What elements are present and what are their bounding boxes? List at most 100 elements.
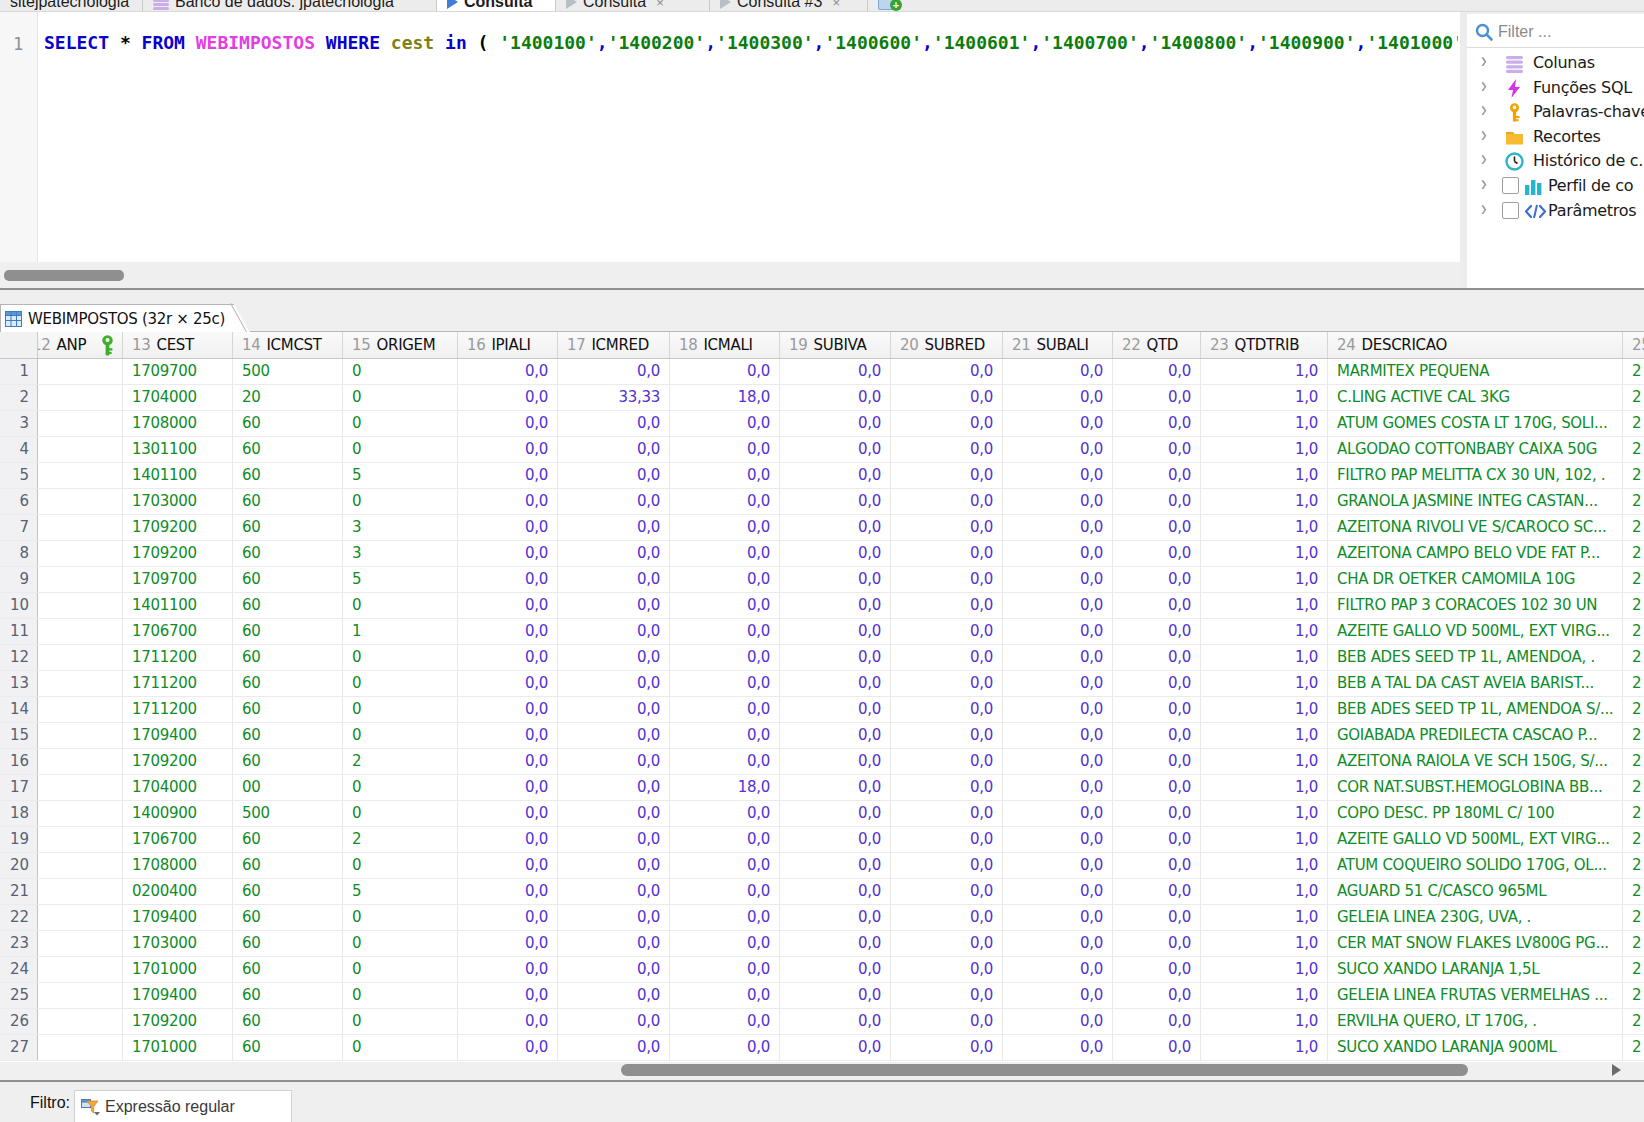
cell-icmali[interactable]: 0,0 [670, 1035, 780, 1060]
cell-ipiali[interactable]: 0,0 [458, 385, 558, 410]
cell-subred[interactable]: 0,0 [891, 515, 1003, 540]
column-header-subali[interactable]: 21SUBALI [1003, 332, 1113, 358]
cell-icmcst[interactable]: 60 [233, 697, 343, 722]
cell-subiva[interactable]: 0,0 [780, 463, 891, 488]
row-number[interactable]: 2 [0, 385, 38, 410]
cell-subali[interactable]: 0,0 [1003, 541, 1113, 566]
chevron-right-icon[interactable]: › [1481, 123, 1487, 148]
cell-origem[interactable]: 0 [343, 489, 458, 514]
cell-subali[interactable]: 0,0 [1003, 567, 1113, 592]
cell-icmali[interactable]: 0,0 [670, 879, 780, 904]
cell-subred[interactable]: 0,0 [891, 879, 1003, 904]
column-header-subred[interactable]: 20SUBRED [891, 332, 1003, 358]
cell-subali[interactable]: 0,0 [1003, 931, 1113, 956]
cell-icmali[interactable]: 0,0 [670, 489, 780, 514]
sql-text[interactable]: SELECT * FROM WEBIMPOSTOS WHERE cest in … [44, 32, 1458, 53]
cell-ipiali[interactable]: 0,0 [458, 827, 558, 852]
cell-qtdtrib[interactable]: 1,0 [1201, 697, 1328, 722]
cell-subali[interactable]: 0,0 [1003, 957, 1113, 982]
cell-icmali[interactable]: 0,0 [670, 411, 780, 436]
cell-anp[interactable] [38, 905, 123, 930]
cell-subiva[interactable]: 0,0 [780, 411, 891, 436]
chevron-right-icon[interactable]: › [1481, 173, 1487, 198]
cell-qtd[interactable]: 0,0 [1113, 463, 1201, 488]
cell-subred[interactable]: 0,0 [891, 359, 1003, 384]
cell-icmali[interactable]: 0,0 [670, 515, 780, 540]
cell-25[interactable]: 2 [1623, 411, 1644, 436]
column-header-25[interactable]: 25 [1623, 332, 1644, 358]
cell-subred[interactable]: 0,0 [891, 1009, 1003, 1034]
cell-icmcst[interactable]: 60 [233, 411, 343, 436]
cell-subred[interactable]: 0,0 [891, 411, 1003, 436]
cell-icmred[interactable]: 0,0 [558, 1035, 670, 1060]
cell-cest[interactable]: 1708000 [123, 853, 233, 878]
cell-anp[interactable] [38, 567, 123, 592]
cell-origem[interactable]: 0 [343, 671, 458, 696]
cell-cest[interactable]: 1709700 [123, 359, 233, 384]
cell-qtdtrib[interactable]: 1,0 [1201, 671, 1328, 696]
cell-subali[interactable]: 0,0 [1003, 411, 1113, 436]
cell-subred[interactable]: 0,0 [891, 671, 1003, 696]
cell-icmcst[interactable]: 60 [233, 619, 343, 644]
cell-anp[interactable] [38, 983, 123, 1008]
cell-25[interactable]: 2 [1623, 385, 1644, 410]
chevron-right-icon[interactable]: › [1481, 74, 1487, 99]
row-number[interactable]: 11 [0, 619, 38, 644]
cell-origem[interactable]: 2 [343, 749, 458, 774]
cell-qtd[interactable]: 0,0 [1113, 541, 1201, 566]
cell-icmcst[interactable]: 60 [233, 749, 343, 774]
cell-anp[interactable] [38, 463, 123, 488]
cell-subali[interactable]: 0,0 [1003, 1035, 1113, 1060]
cell-anp[interactable] [38, 593, 123, 618]
cell-ipiali[interactable]: 0,0 [458, 359, 558, 384]
cell-ipiali[interactable]: 0,0 [458, 489, 558, 514]
cell-icmali[interactable]: 0,0 [670, 801, 780, 826]
row-number[interactable]: 20 [0, 853, 38, 878]
cell-25[interactable]: 2 [1623, 489, 1644, 514]
cell-icmcst[interactable]: 60 [233, 1009, 343, 1034]
row-number[interactable]: 12 [0, 645, 38, 670]
splitter-sash[interactable] [1460, 12, 1467, 288]
cell-icmali[interactable]: 0,0 [670, 437, 780, 462]
cell-icmali[interactable]: 0,0 [670, 853, 780, 878]
cell-subali[interactable]: 0,0 [1003, 1009, 1113, 1034]
cell-origem[interactable]: 3 [343, 515, 458, 540]
cell-anp[interactable] [38, 385, 123, 410]
cell-anp[interactable] [38, 619, 123, 644]
cell-25[interactable]: 2 [1623, 541, 1644, 566]
cell-cest[interactable]: 1709400 [123, 983, 233, 1008]
cell-subred[interactable]: 0,0 [891, 385, 1003, 410]
cell-origem[interactable]: 0 [343, 983, 458, 1008]
cell-icmali[interactable]: 0,0 [670, 619, 780, 644]
cell-ipiali[interactable]: 0,0 [458, 463, 558, 488]
cell-descricao[interactable]: MARMITEX PEQUENA [1328, 359, 1623, 384]
assist-item-par-metros[interactable]: ›Parâmetros [1467, 199, 1644, 224]
cell-subred[interactable]: 0,0 [891, 489, 1003, 514]
cell-subred[interactable]: 0,0 [891, 801, 1003, 826]
cell-subali[interactable]: 0,0 [1003, 385, 1113, 410]
cell-qtdtrib[interactable]: 1,0 [1201, 827, 1328, 852]
cell-anp[interactable] [38, 775, 123, 800]
cell-qtd[interactable]: 0,0 [1113, 775, 1201, 800]
cell-subiva[interactable]: 0,0 [780, 853, 891, 878]
cell-icmred[interactable]: 0,0 [558, 957, 670, 982]
cell-qtd[interactable]: 0,0 [1113, 645, 1201, 670]
row-number[interactable]: 19 [0, 827, 38, 852]
cell-subiva[interactable]: 0,0 [780, 541, 891, 566]
assist-item-hist-rico-de-c[interactable]: ›Histórico de c. [1467, 149, 1644, 174]
cell-25[interactable]: 2 [1623, 801, 1644, 826]
cell-25[interactable]: 2 [1623, 749, 1644, 774]
cell-icmali[interactable]: 0,0 [670, 905, 780, 930]
cell-25[interactable]: 2 [1623, 645, 1644, 670]
row-number[interactable]: 4 [0, 437, 38, 462]
cell-subali[interactable]: 0,0 [1003, 437, 1113, 462]
cell-icmali[interactable]: 18,0 [670, 775, 780, 800]
cell-cest[interactable]: 1401100 [123, 463, 233, 488]
column-header-origem[interactable]: 15ORIGEM [343, 332, 458, 358]
editor-hscrollbar[interactable] [0, 262, 1460, 288]
row-number[interactable]: 14 [0, 697, 38, 722]
cell-qtdtrib[interactable]: 1,0 [1201, 385, 1328, 410]
cell-subiva[interactable]: 0,0 [780, 489, 891, 514]
cell-cest[interactable]: 1400900 [123, 801, 233, 826]
cell-qtdtrib[interactable]: 1,0 [1201, 723, 1328, 748]
